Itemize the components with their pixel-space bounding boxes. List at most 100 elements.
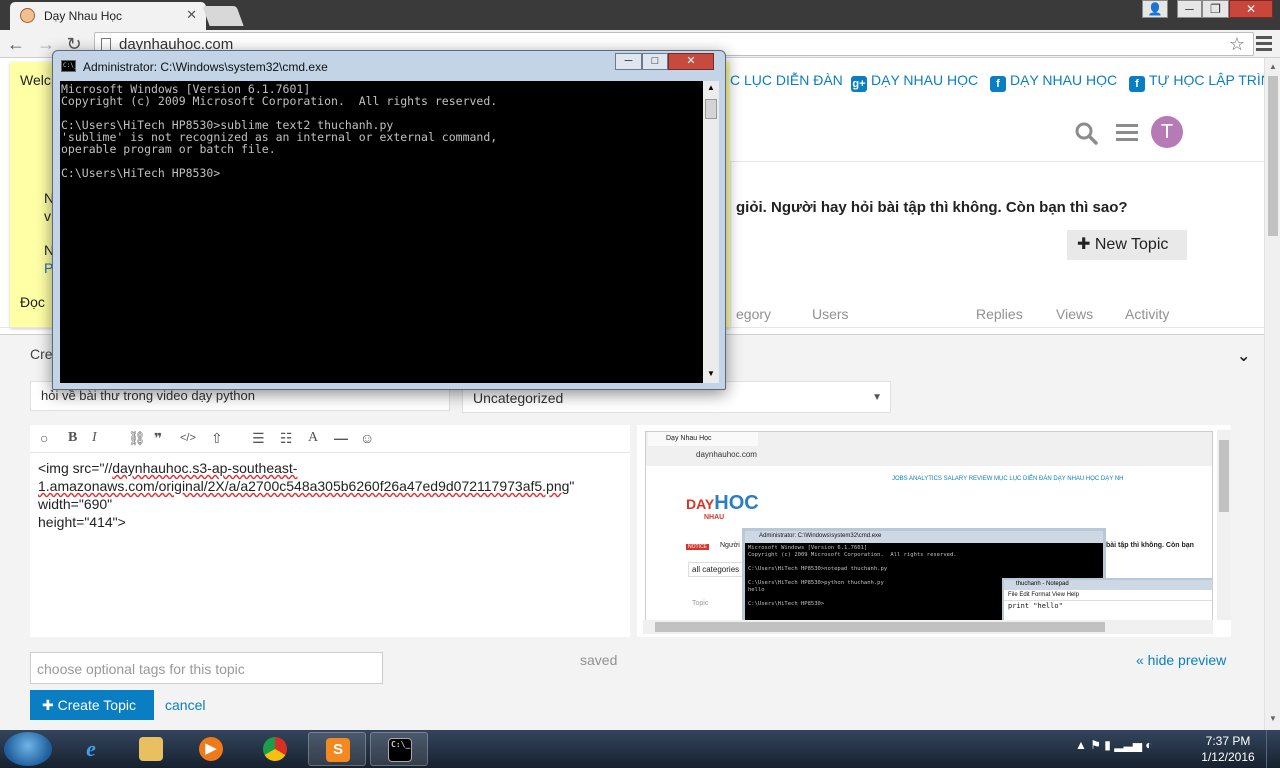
link-icon[interactable]: ⛓	[128, 430, 146, 447]
system-tray[interactable]: ▲ ⚑ ▮ ▂▃▅ ◐	[1075, 738, 1153, 752]
numbered-list-icon[interactable]: ☷	[280, 430, 293, 447]
hamburger-menu-icon[interactable]	[1116, 124, 1138, 142]
taskbar-media-player[interactable]: ▶	[182, 732, 240, 766]
toplink-facebook-tuhoc[interactable]: f TỰ HỌC LẬP TRÌNH	[1129, 72, 1280, 92]
preview-vscroll-thumb[interactable]	[1219, 440, 1229, 512]
create-topic-label: Create Topic	[57, 697, 136, 713]
toplink-gplus-daynhauhoc[interactable]: g+ DẠY NHAU HỌC	[851, 72, 978, 92]
post-editor[interactable]: <img src="//daynhauhoc.s3-ap-southeast- …	[30, 453, 630, 637]
quote-icon[interactable]: ○	[40, 430, 48, 446]
tab-close-icon[interactable]: ✕	[186, 7, 197, 23]
back-icon[interactable]: ←	[6, 34, 26, 54]
facebook-icon: f	[1129, 76, 1145, 92]
cancel-link[interactable]: cancel	[165, 697, 205, 713]
preview-logo: DAYHOC	[686, 492, 759, 515]
taskbar-explorer[interactable]	[122, 732, 180, 766]
scroll-down-icon[interactable]: ▼	[707, 369, 715, 378]
media-player-icon: ▶	[199, 737, 223, 761]
upload-icon[interactable]: ⇧	[211, 430, 223, 447]
preview-top-links: JOBS ANALYTICS SALARY REVIEW MỤC LỤC DIỄ…	[892, 476, 1124, 482]
toplink-muc-luc-label[interactable]: C LỤC DIỄN ĐÀN	[730, 72, 843, 88]
toplink-tuhoc-label[interactable]: TỰ HỌC LẬP TRÌNH	[1149, 72, 1280, 88]
bold-icon[interactable]: B	[68, 430, 77, 446]
preview-all-categories: all categories	[688, 562, 744, 577]
cmd-close-button[interactable]: ✕	[668, 53, 714, 70]
horizontal-rule-icon[interactable]: —	[334, 430, 348, 446]
editor-text-link: daynhauhoc.s3-ap-southeast-	[112, 460, 298, 476]
cmd-app-icon: C:\_	[61, 60, 77, 72]
preview-hscroll-thumb[interactable]	[655, 622, 1105, 632]
cmd-window[interactable]: C:\_ Administrator: C:\Windows\system32\…	[52, 50, 726, 390]
composer-action-label: Cre	[30, 346, 53, 362]
close-window-button[interactable]: ✕	[1229, 0, 1273, 18]
cmd-maximize-button[interactable]: □	[642, 53, 668, 70]
start-button[interactable]	[4, 732, 52, 766]
search-icon[interactable]	[1074, 121, 1098, 145]
preview-logo-day: DAY	[686, 496, 715, 512]
scroll-up-icon[interactable]: ▲	[707, 83, 715, 92]
code-icon[interactable]: </>	[180, 432, 196, 444]
show-desktop-button[interactable]	[1266, 730, 1280, 768]
preview-browser-chrome: Dạy Nhau Học daynhauhoc.com	[646, 432, 1212, 466]
emoji-icon[interactable]: ☺	[360, 430, 374, 446]
tab-daynhauhoc[interactable]: Dạy Nhau Học ✕	[10, 2, 206, 30]
scroll-down-icon[interactable]: ▼	[1269, 714, 1277, 723]
banner-text: giỏi. Người hay hỏi bài tập thì không. C…	[736, 199, 1128, 216]
cmd-console[interactable]: Microsoft Windows [Version 6.1.7601] Cop…	[60, 81, 703, 383]
toplink-muc-luc[interactable]: C LỤC DIỄN ĐÀN	[730, 72, 843, 88]
page-scroll-thumb[interactable]	[1268, 76, 1278, 236]
editor-text-part-2: 1.amazonaws.com/original/2X/a/a2700c548a…	[38, 478, 570, 494]
taskbar-clock[interactable]: 7:37 PM 1/12/2016	[1196, 733, 1260, 765]
preview-notice-tag: NOTICE	[686, 544, 709, 550]
minimize-button[interactable]: ─	[1177, 0, 1202, 18]
preview-banner: bài tập thì không. Còn bạn	[1106, 542, 1194, 549]
preview-notepad-menu: File Edit Format View Help	[1004, 590, 1212, 601]
taskbar-chrome[interactable]	[246, 732, 304, 766]
maximize-button[interactable]: ❐	[1202, 0, 1229, 18]
notice-item-1-cont: v	[44, 208, 51, 224]
cmd-minimize-button[interactable]: ─	[615, 53, 642, 70]
clock-date: 1/12/2016	[1201, 750, 1255, 764]
taskbar-sublime[interactable]: S	[308, 732, 366, 766]
page-scrollbar[interactable]: ▲ ▼	[1264, 58, 1280, 730]
column-activity[interactable]: Activity	[1125, 306, 1169, 322]
create-topic-button[interactable]: ✚ Create Topic	[30, 690, 154, 720]
taskbar-cmd[interactable]: C:\_	[370, 732, 428, 766]
preview-logo-hoc: HOC	[714, 492, 759, 514]
toplink-facebook-label[interactable]: DẠY NHAU HỌC	[1010, 72, 1117, 88]
tags-input[interactable]: choose optional tags for this topic	[30, 652, 383, 684]
preview-url: daynhauhoc.com	[696, 450, 757, 459]
bookmark-star-icon[interactable]: ☆	[1229, 34, 1245, 55]
preview-horizontal-scrollbar[interactable]	[643, 620, 1213, 634]
user-avatar[interactable]: T	[1151, 116, 1183, 148]
toplink-gplus-label[interactable]: DẠY NHAU HỌC	[871, 72, 978, 88]
column-views[interactable]: Views	[1056, 306, 1093, 322]
cmd-scrollbar[interactable]: ▲ ▼	[703, 81, 719, 383]
preview-notice-text: Người	[720, 542, 740, 549]
preview-notepad-title: thuchanh - Notepad	[1004, 580, 1212, 590]
toplink-facebook-daynhauhoc[interactable]: f DẠY NHAU HỌC	[990, 72, 1117, 92]
taskbar-ie[interactable]: e	[62, 732, 120, 766]
column-category[interactable]: egory	[736, 306, 771, 322]
hide-preview-link[interactable]: « hide preview	[1136, 652, 1226, 668]
preview-vertical-scrollbar[interactable]	[1217, 430, 1231, 620]
scroll-up-icon[interactable]: ▲	[1269, 62, 1277, 71]
folder-icon	[139, 737, 163, 761]
column-users[interactable]: Users	[812, 306, 849, 322]
collapse-composer-icon[interactable]: ⌄	[1237, 346, 1250, 366]
facebook-icon: f	[990, 76, 1006, 92]
dropdown-arrow-icon: ▼	[872, 392, 882, 403]
browser-menu-icon[interactable]	[1256, 36, 1272, 52]
new-tab-button[interactable]	[202, 6, 244, 26]
italic-icon[interactable]: I	[92, 430, 97, 446]
column-replies[interactable]: Replies	[976, 306, 1023, 322]
bullet-list-icon[interactable]: ☰	[252, 430, 265, 447]
user-profile-button[interactable]: 👤	[1142, 0, 1168, 18]
blockquote-icon[interactable]: ❞	[154, 430, 162, 447]
cmd-output: Microsoft Windows [Version 6.1.7601] Cop…	[61, 82, 498, 180]
new-topic-label: New Topic	[1094, 236, 1169, 253]
new-topic-button[interactable]: ✚ New Topic	[1067, 230, 1187, 260]
heading-icon[interactable]: A	[308, 430, 318, 446]
preview-logo-nhau: NHAU	[704, 514, 725, 521]
cmd-scroll-thumb[interactable]	[705, 99, 717, 119]
